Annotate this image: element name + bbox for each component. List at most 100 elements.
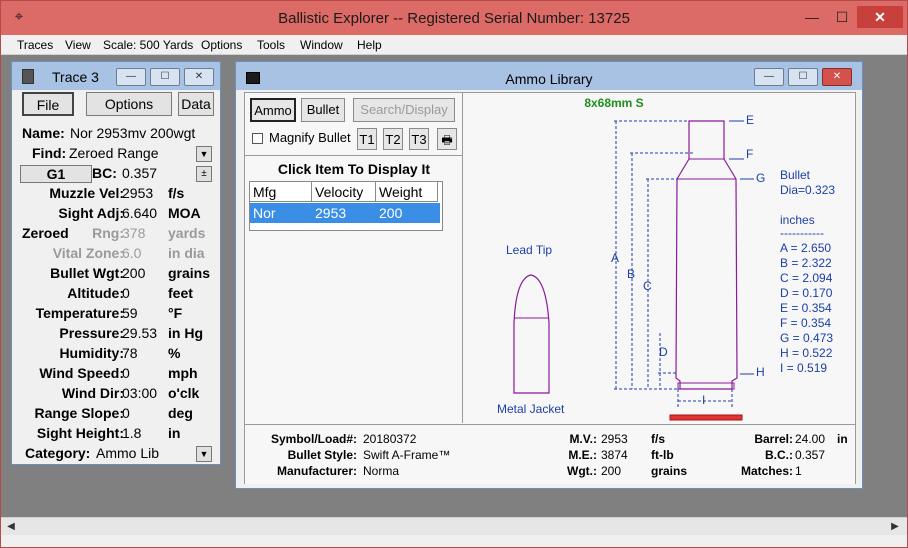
menu-tools[interactable]: Tools: [257, 38, 285, 52]
minimize-button[interactable]: —: [797, 6, 827, 28]
trace-row-value[interactable]: 6.0: [122, 245, 141, 261]
weight-header[interactable]: Weight: [376, 182, 438, 202]
data-tab[interactable]: Data: [178, 92, 214, 116]
trace-row-value[interactable]: 59: [122, 305, 138, 321]
horizontal-scrollbar[interactable]: ◀ ▶: [1, 517, 907, 535]
trace-close-button[interactable]: ✕: [184, 68, 214, 86]
trace-title-bar[interactable]: Trace 3 — ☐ ✕: [12, 62, 220, 90]
table-cell-weight[interactable]: 200: [376, 203, 402, 223]
menu-options[interactable]: Options: [201, 38, 242, 52]
name-value[interactable]: Nor 2953mv 200wgt: [70, 125, 195, 141]
title-bar[interactable]: ⌖ Ballistic Explorer -- Registered Seria…: [1, 1, 907, 35]
bc-value[interactable]: 0.357: [122, 165, 157, 181]
dim-c-letter: C: [643, 279, 652, 293]
dim-g-letter: G: [756, 171, 766, 185]
menu-view[interactable]: View: [65, 38, 91, 52]
dim-b-letter: B: [627, 267, 636, 281]
manufacturer-value: Norma: [363, 464, 400, 478]
trace-row-value[interactable]: 29.53: [122, 325, 157, 341]
options-tab[interactable]: Options: [86, 92, 172, 116]
trace-row-prefix: Zeroed: [22, 225, 69, 241]
trace-minimize-button[interactable]: —: [116, 68, 146, 86]
units-dashes: -----------: [780, 226, 824, 240]
ammo-title-bar[interactable]: Ammo Library — ☐ ✕: [236, 62, 862, 90]
find-dropdown-arrow-icon[interactable]: ▼: [196, 146, 212, 162]
maximize-button[interactable]: ☐: [827, 6, 857, 28]
ammo-button[interactable]: Ammo: [250, 98, 296, 122]
trace-row: Humidity: 78%: [12, 345, 220, 365]
ammo-table: Mfg Velocity Weight Nor 2953 200: [249, 181, 443, 231]
trace-row-unit: %: [168, 345, 181, 361]
trace-row-value[interactable]: 78: [122, 345, 138, 361]
trace-document-icon: [22, 69, 34, 84]
bullet-outline: [513, 274, 550, 394]
dim-f-letter: F: [746, 147, 754, 161]
trace-row-label: Sight Height:: [36, 425, 124, 441]
menu-scale[interactable]: Scale: 500 Yards: [103, 38, 193, 52]
trace-row-value[interactable]: 1.8: [122, 425, 141, 441]
trace-row-label: Humidity:: [59, 345, 124, 361]
trace-row-label: Altitude:: [67, 285, 124, 301]
close-button[interactable]: ✕: [857, 6, 903, 28]
file-tab[interactable]: File: [22, 92, 74, 116]
velocity-header[interactable]: Velocity: [312, 182, 376, 202]
category-value[interactable]: Ammo Lib: [96, 445, 159, 461]
mfg-header[interactable]: Mfg: [250, 182, 312, 202]
trace-row: Sight Adj: 6.640 MOA: [12, 205, 220, 225]
trace-row: Bullet Wgt: 200 grains: [12, 265, 220, 285]
ammo-maximize-button[interactable]: ☐: [788, 68, 818, 86]
app-title: Ballistic Explorer -- Registered Serial …: [278, 10, 630, 27]
trace-row-unit: o'clk: [168, 385, 200, 401]
symbol-label: Symbol/Load#:: [270, 432, 357, 446]
mv-unit: f/s: [651, 432, 666, 446]
trace-maximize-button[interactable]: ☐: [150, 68, 180, 86]
manufacturer-label: Manufacturer:: [276, 464, 357, 478]
wgt-label: Wgt.:: [567, 464, 597, 478]
bc-spinner-icon[interactable]: ±: [196, 166, 212, 182]
menu-help[interactable]: Help: [357, 38, 382, 52]
scroll-left-icon[interactable]: ◀: [3, 519, 19, 535]
trace-row-value[interactable]: 0: [122, 285, 130, 301]
trace-row-value[interactable]: 378: [122, 225, 145, 241]
dimension-c: C = 2.094: [780, 271, 833, 285]
trace-row: Muzzle Vel: 2953 f/s: [12, 185, 220, 205]
dim-e-letter: E: [746, 113, 755, 127]
name-label: Name:: [22, 125, 65, 141]
category-dropdown-arrow-icon[interactable]: ▼: [196, 446, 212, 462]
trace-row-label: Sight Adj:: [58, 205, 124, 221]
dimension-h: H = 0.522: [780, 346, 833, 360]
dim-h-letter: H: [756, 365, 765, 379]
trace-row-value[interactable]: 0: [122, 365, 130, 381]
dim-d-letter: D: [659, 345, 668, 359]
table-cell-mfg[interactable]: Nor: [250, 203, 276, 223]
search-display-button[interactable]: Search/Display: [353, 98, 455, 122]
trace-row-unit: °F: [168, 305, 183, 321]
trace-row-value[interactable]: 0: [122, 405, 130, 421]
print-icon[interactable]: 🖶: [437, 128, 457, 150]
case-rim: [677, 382, 735, 390]
t1-button[interactable]: T1: [357, 128, 377, 150]
table-cell-velocity[interactable]: 2953: [312, 203, 346, 223]
me-unit: ft-lb: [651, 448, 674, 462]
dimension-d: D = 0.170: [780, 286, 833, 300]
bullet-button[interactable]: Bullet: [301, 98, 345, 122]
units-label: inches: [780, 213, 815, 227]
t2-button[interactable]: T2: [383, 128, 403, 150]
trace-row-value[interactable]: 2953: [122, 185, 153, 201]
t3-button[interactable]: T3: [409, 128, 429, 150]
bullet-diameter: Dia=0.323: [780, 183, 836, 197]
ammo-close-button[interactable]: ✕: [822, 68, 852, 86]
trace-row: Altitude: 0 feet: [12, 285, 220, 305]
magnify-bullet-checkbox[interactable]: [252, 133, 263, 144]
trace-row-value[interactable]: 6.640: [122, 205, 157, 221]
g1-button[interactable]: G1: [20, 165, 92, 183]
trace-row-value[interactable]: 200: [122, 265, 145, 281]
ammo-minimize-button[interactable]: —: [754, 68, 784, 86]
find-value[interactable]: Zeroed Range: [69, 145, 159, 161]
matches-label: Matches:: [740, 464, 793, 478]
menu-traces[interactable]: Traces: [17, 38, 53, 52]
menu-window[interactable]: Window: [300, 38, 343, 52]
scroll-right-icon[interactable]: ▶: [887, 519, 903, 535]
metal-jacket-label: Metal Jacket: [497, 402, 565, 416]
trace-row-value[interactable]: 03:00: [122, 385, 157, 401]
